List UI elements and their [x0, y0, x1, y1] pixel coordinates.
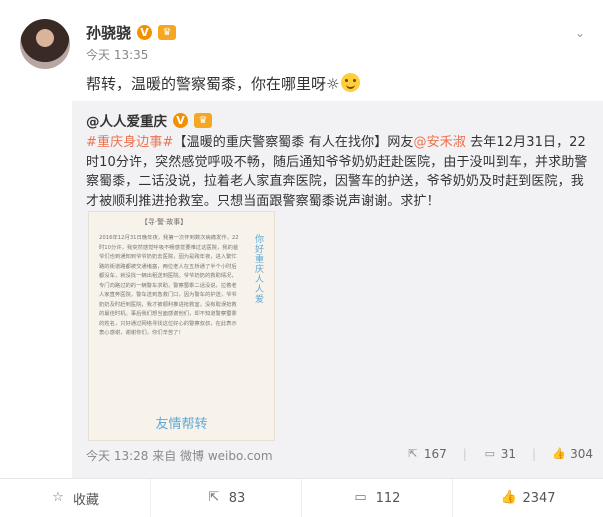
article-image[interactable]: 【寻·警·故事】 2016年12月31日晚年夜，我第一次怀到数次病痛发作，22时…	[88, 211, 275, 441]
divider: |	[462, 447, 467, 461]
comment-count[interactable]: ▭ 31	[483, 447, 516, 461]
smile-emoji-icon	[341, 73, 361, 92]
comment-button[interactable]: ▭ 112	[302, 479, 453, 517]
weibo-post-card: 孙骁骁 V ♛ ⌄ 今天 13:35 帮转，温暖的警察蜀黍，你在哪里呀☼ @人人…	[0, 0, 603, 517]
mention-link[interactable]: @安禾淑	[414, 135, 466, 150]
comment-icon: ▭	[354, 490, 367, 505]
member-badge-icon: ♛	[158, 25, 177, 40]
member-badge-icon: ♛	[194, 112, 212, 128]
article-image-body: 2016年12月31日晚年夜，我第一次怀到数次病痛发作，22时10分许，我突然感…	[99, 235, 239, 336]
article-image-side-text: 你好重庆人人爱	[253, 234, 263, 304]
chevron-down-icon[interactable]: ⌄	[573, 26, 587, 40]
verified-badge-icon: V	[137, 25, 153, 40]
repost-count[interactable]: ⇱ 167	[406, 447, 447, 461]
comment-count-value: 31	[500, 447, 517, 461]
favorite-button[interactable]: ☆ 收藏	[0, 479, 151, 517]
repost-author-row: @人人爱重庆 V ♛	[86, 110, 212, 130]
verified-badge-icon: V	[173, 112, 188, 128]
action-bar: ☆ 收藏 ⇱ 83 ▭ 112 👍 2347	[0, 478, 603, 517]
repost-time-source[interactable]: 今天 13:28 来自 微博 weibo.com	[86, 447, 273, 464]
like-label: 2347	[522, 490, 556, 506]
repost-label: 83	[228, 490, 246, 506]
post-text: 帮转，温暖的警察蜀黍，你在哪里呀☼	[86, 73, 361, 94]
comment-icon: ▭	[484, 447, 495, 460]
like-count[interactable]: 👍 304	[552, 447, 593, 461]
divider: |	[532, 447, 537, 461]
article-image-title: 【寻·警·故事】	[140, 218, 188, 226]
repost-button[interactable]: ⇱ 83	[151, 479, 302, 517]
share-icon: ⇱	[208, 490, 220, 505]
post-text-content: 帮转，温暖的警察蜀黍，你在哪里呀☼	[86, 75, 340, 93]
reposted-content: @人人爱重庆 V ♛ #重庆身边事#【温暖的重庆警察蜀黍 有人在找你】网友@安禾…	[72, 101, 603, 478]
comment-label: 112	[375, 490, 401, 506]
author-row: 孙骁骁 V ♛	[86, 22, 177, 43]
repost-author-name[interactable]: @人人爱重庆	[86, 110, 167, 130]
repost-count-value: 167	[423, 447, 447, 461]
like-button[interactable]: 👍 2347	[453, 479, 603, 517]
thumbs-up-icon: 👍	[500, 490, 517, 505]
author-name[interactable]: 孙骁骁	[86, 22, 131, 43]
favorite-label: 收藏	[72, 492, 99, 508]
repost-lead: 【温暖的重庆警察蜀黍 有人在找你】网友	[173, 135, 414, 150]
like-count-value: 304	[570, 447, 593, 461]
star-icon: ☆	[52, 490, 64, 505]
topic-link[interactable]: #重庆身边事#	[86, 135, 174, 150]
article-image-footer: 友情帮转	[155, 417, 208, 432]
repost-text: #重庆身边事#【温暖的重庆警察蜀黍 有人在找你】网友@安禾淑 去年12月31日，…	[86, 133, 591, 211]
author-avatar[interactable]	[20, 19, 70, 69]
share-icon: ⇱	[408, 447, 418, 460]
thumbs-up-icon: 👍	[552, 447, 566, 460]
repost-stats: ⇱ 167 | ▭ 31 | 👍 304	[406, 447, 593, 461]
post-time[interactable]: 今天 13:35	[86, 46, 148, 63]
